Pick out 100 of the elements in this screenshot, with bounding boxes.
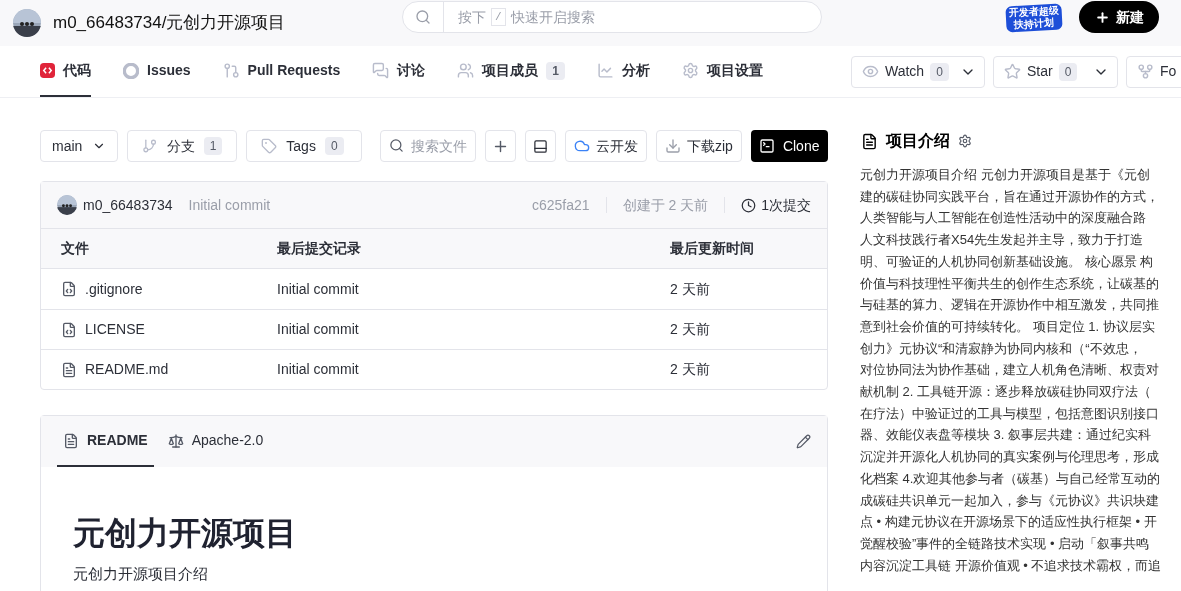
count: 0 (324, 137, 344, 155)
document-icon (61, 361, 77, 378)
code-icon (40, 63, 55, 78)
code-file-icon (61, 281, 77, 297)
update-time: 2 天前 (670, 360, 711, 379)
tag-icon (261, 138, 278, 154)
commit-message[interactable]: Initial commit (277, 278, 670, 300)
count: 0 (930, 62, 949, 81)
count: 1 (203, 137, 223, 155)
nav-tab[interactable]: 代码 (40, 46, 91, 97)
count: 0 (1058, 62, 1078, 81)
description-line: 成碳硅共识单元一起加入，参与《元协议》共识块建 (860, 491, 1160, 510)
plus-icon (1094, 9, 1110, 25)
cloud-icon (573, 138, 590, 154)
repo-action-button[interactable]: Fo (1126, 55, 1181, 88)
branches-button[interactable]: 分支 1 (127, 130, 238, 162)
description-line: 建的碳硅协同实践平台，旨在通过开源协作的方式， (860, 187, 1160, 206)
fork-icon (1137, 63, 1154, 80)
settings-icon[interactable] (958, 134, 972, 148)
file-search-field[interactable]: 搜索文件 (379, 130, 476, 162)
file-name[interactable]: .gitignore (85, 278, 143, 300)
panel-button[interactable] (524, 130, 556, 162)
terminal-icon (758, 138, 775, 154)
search-icon (415, 9, 431, 25)
tags-button[interactable]: Tags 0 (246, 130, 362, 162)
document-icon (63, 432, 79, 449)
issue-icon (123, 62, 139, 79)
commit-time: 创建于 2 天前 (622, 195, 709, 215)
readme-tab[interactable]: README (57, 416, 154, 467)
document-icon (861, 132, 878, 150)
nav-tab[interactable]: 项目成员 1 (457, 46, 565, 97)
star-icon (1004, 63, 1021, 80)
clock-icon (741, 197, 757, 213)
branch-dropdown[interactable]: main (40, 130, 119, 162)
chat-icon (372, 62, 390, 79)
description-line: 器、效能仪表盘等模块 3. 叙事层共建：通过纪实科 (860, 426, 1153, 445)
count: 1 (546, 61, 565, 80)
eye-icon (862, 63, 879, 80)
add-file-button[interactable] (484, 130, 516, 162)
description-line: 内容沉淀工具链 开源价值观 • 不追求技术霸权，而追 (860, 556, 1163, 575)
pull-request-icon (222, 62, 240, 79)
description-line: 沉淀并开源化人机协同的真实案例与伦理思考，形成 (860, 448, 1160, 467)
panel-icon (532, 138, 548, 154)
branch-icon (142, 138, 158, 154)
description-line: 元创力开源项目介绍 元创力开源项目是基于《元创 (860, 166, 1151, 184)
readme-paragraph: 元创力开源项目介绍 (73, 564, 209, 584)
nav-tab[interactable]: 分析 (596, 46, 650, 97)
description-line: 意到社会价值的可持续转化。 项目定位 1. 协议层实 (860, 317, 1156, 336)
commit-message[interactable]: Initial commit (277, 359, 670, 380)
promo-text: 扶持计划 (1014, 16, 1055, 32)
description-line: 点 • 构建元协议在开源场景下的适应性执行框架 • 开 (860, 513, 1158, 532)
file-name[interactable]: LICENSE (85, 319, 145, 340)
description-line: 价值与科技理性平衡共生的创作生态系统，让碳基的 (860, 274, 1160, 293)
code-file-icon (61, 321, 77, 338)
repo-action-button[interactable]: Star 0 (993, 55, 1118, 88)
update-time: 2 天前 (670, 279, 711, 299)
description-line: 人文科技践行者X54先生发起并主导，致力于打造 (860, 231, 1145, 250)
commit-message[interactable]: Initial commit (277, 319, 670, 340)
description-line: 对位协同法为协作基础，建立人机角色清晰、权责对 (860, 361, 1160, 380)
column-header: 最后提交记录 (277, 239, 362, 258)
description-line: 明、可验证的人机协同创新基础设施。 核心愿景 构 (860, 252, 1155, 271)
promo-logo[interactable]: 开发者超级 扶持计划 (1005, 3, 1063, 33)
column-header: 文件 (60, 239, 90, 258)
description-line: 化档案 4.欢迎其他参与者（碳基）与自己经常互动的 (860, 469, 1162, 488)
description-line: 觉醒校验”事件的全链路技术实现 • 启动「叙事共鸣 (860, 534, 1151, 553)
description-line: 献机制 2. 工具链开源：逐步释放碳硅协同双疗法（ (860, 383, 1153, 402)
update-time: 2 天前 (670, 320, 711, 339)
scale-icon (167, 432, 184, 449)
settings-icon (681, 62, 699, 79)
description-line: 在疗法）中验证过的工具与模型，包括意图识别接口 (860, 404, 1160, 423)
repo-title[interactable]: m0_66483734/元创力开源项目 (53, 10, 393, 36)
avatar (13, 9, 41, 37)
repo-action-button[interactable]: Watch 0 (851, 55, 985, 88)
readme-tab[interactable]: Apache-2.0 (161, 416, 270, 467)
search-icon (388, 138, 404, 153)
description-line: 与硅基的算力、逻辑在开源协作中相互激发，共同推 (860, 296, 1160, 315)
column-header: 最后更新时间 (670, 239, 755, 258)
nav-tab[interactable]: Pull Requests (222, 46, 341, 97)
readme-heading: 元创力开源项目 (73, 514, 298, 553)
clone-button[interactable]: Clone (750, 130, 828, 162)
commit-count[interactable]: 1次提交 (761, 194, 811, 216)
users-icon (457, 62, 475, 79)
edit-icon[interactable] (796, 434, 811, 449)
file-name[interactable]: README.md (85, 359, 169, 380)
commit-author[interactable]: m0_66483734 (83, 194, 173, 216)
shortcut-key: / (491, 7, 506, 27)
download-icon (664, 138, 681, 154)
cloud-ide-button[interactable]: 云开发 (564, 130, 647, 162)
nav-tab[interactable]: 讨论 (372, 46, 426, 97)
description-line: 人类智能与人工智能在创造性活动中的深度融合路 (860, 209, 1147, 228)
avatar (57, 195, 77, 215)
chart-icon (596, 62, 614, 79)
new-button[interactable]: 新建 (1079, 1, 1159, 33)
sidebar-title: 项目介绍 (886, 131, 950, 151)
download-zip-button[interactable]: 下载zip (655, 130, 742, 162)
nav-tab[interactable]: 项目设置 (681, 46, 763, 97)
description-line: 创力》元协议“和清寂静为协同内核和（“不效忠， (860, 339, 1143, 358)
nav-tab[interactable]: Issues (123, 46, 191, 97)
search-hint: 快速开启搜索 (510, 7, 595, 27)
search-hint: 按下 (458, 7, 486, 27)
